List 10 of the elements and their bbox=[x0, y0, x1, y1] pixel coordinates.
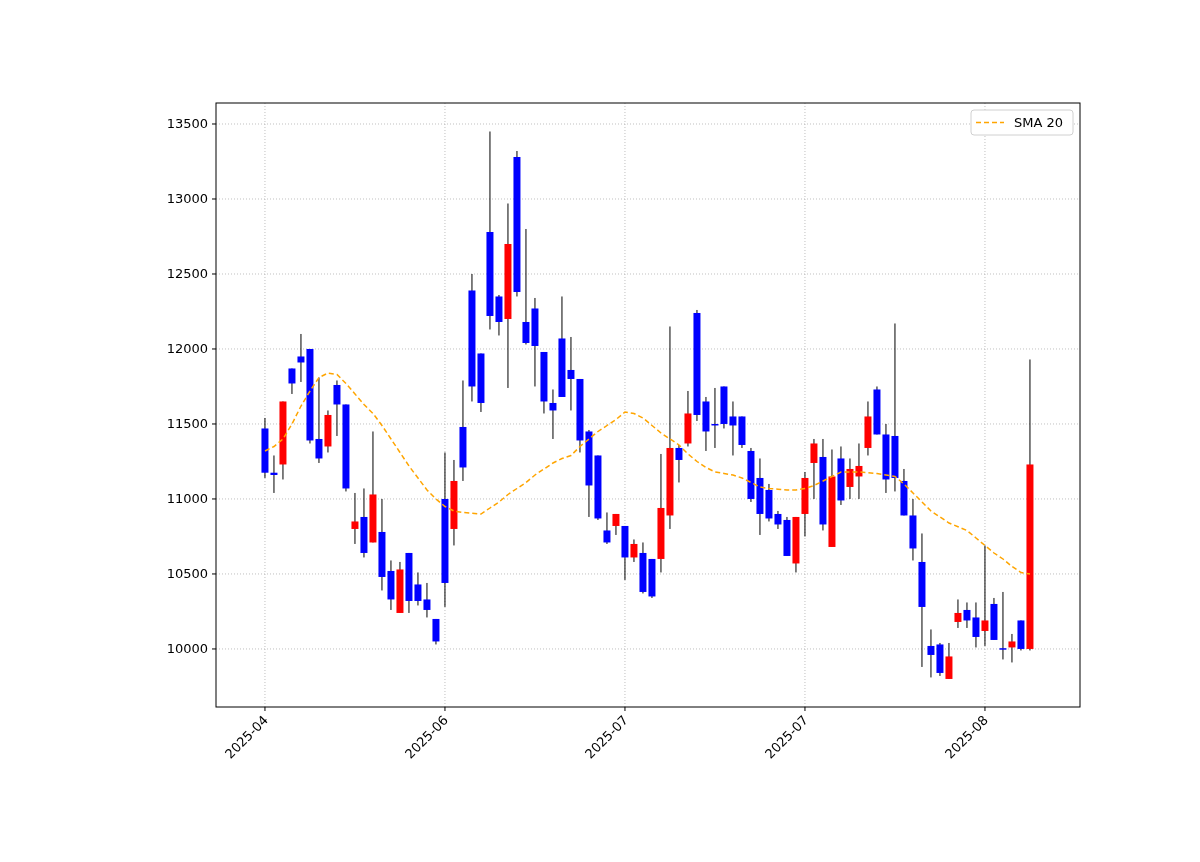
axis-tick-label: 13000 bbox=[166, 191, 208, 207]
axis-tick-label: 12500 bbox=[166, 266, 208, 282]
axis-tick-label: 11000 bbox=[166, 491, 208, 507]
axis-tick-label: 11500 bbox=[166, 416, 208, 432]
axis-tick-label: 10000 bbox=[166, 641, 208, 657]
axis-tick-label: 10500 bbox=[166, 566, 208, 582]
axis-tick-label: 12000 bbox=[166, 341, 208, 357]
legend-line-icon bbox=[975, 121, 1005, 124]
axis-tick-label: 13500 bbox=[166, 116, 208, 132]
legend-label: SMA 20 bbox=[1014, 115, 1064, 130]
